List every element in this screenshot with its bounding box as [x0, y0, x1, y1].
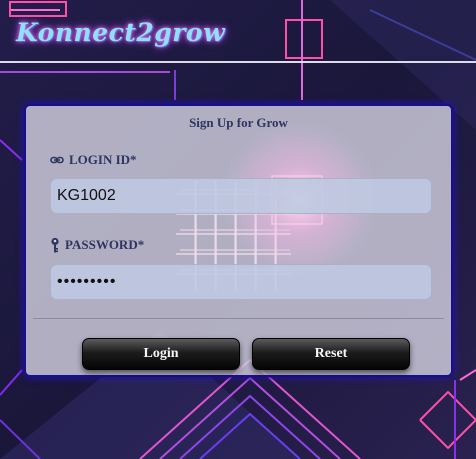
form-title: Sign Up for Grow — [189, 115, 288, 130]
link-icon — [50, 156, 64, 164]
login-id-input[interactable] — [50, 178, 432, 214]
form-divider — [33, 318, 444, 319]
password-label-text: PASSWORD* — [65, 237, 145, 252]
login-id-label-text: LOGIN ID* — [69, 152, 137, 167]
app-logo: Konnect2grow — [16, 18, 226, 47]
login-button[interactable]: Login — [82, 338, 240, 370]
password-label: PASSWORD* — [50, 237, 144, 253]
password-input[interactable] — [50, 264, 432, 300]
reset-button[interactable]: Reset — [252, 338, 410, 370]
key-icon — [50, 237, 60, 253]
signup-form-card: Sign Up for Grow LOGIN ID* PASSWORD* Log… — [24, 104, 453, 377]
header-divider — [0, 61, 476, 63]
login-id-label: LOGIN ID* — [50, 152, 137, 168]
app-header: Konnect2grow — [0, 0, 476, 63]
